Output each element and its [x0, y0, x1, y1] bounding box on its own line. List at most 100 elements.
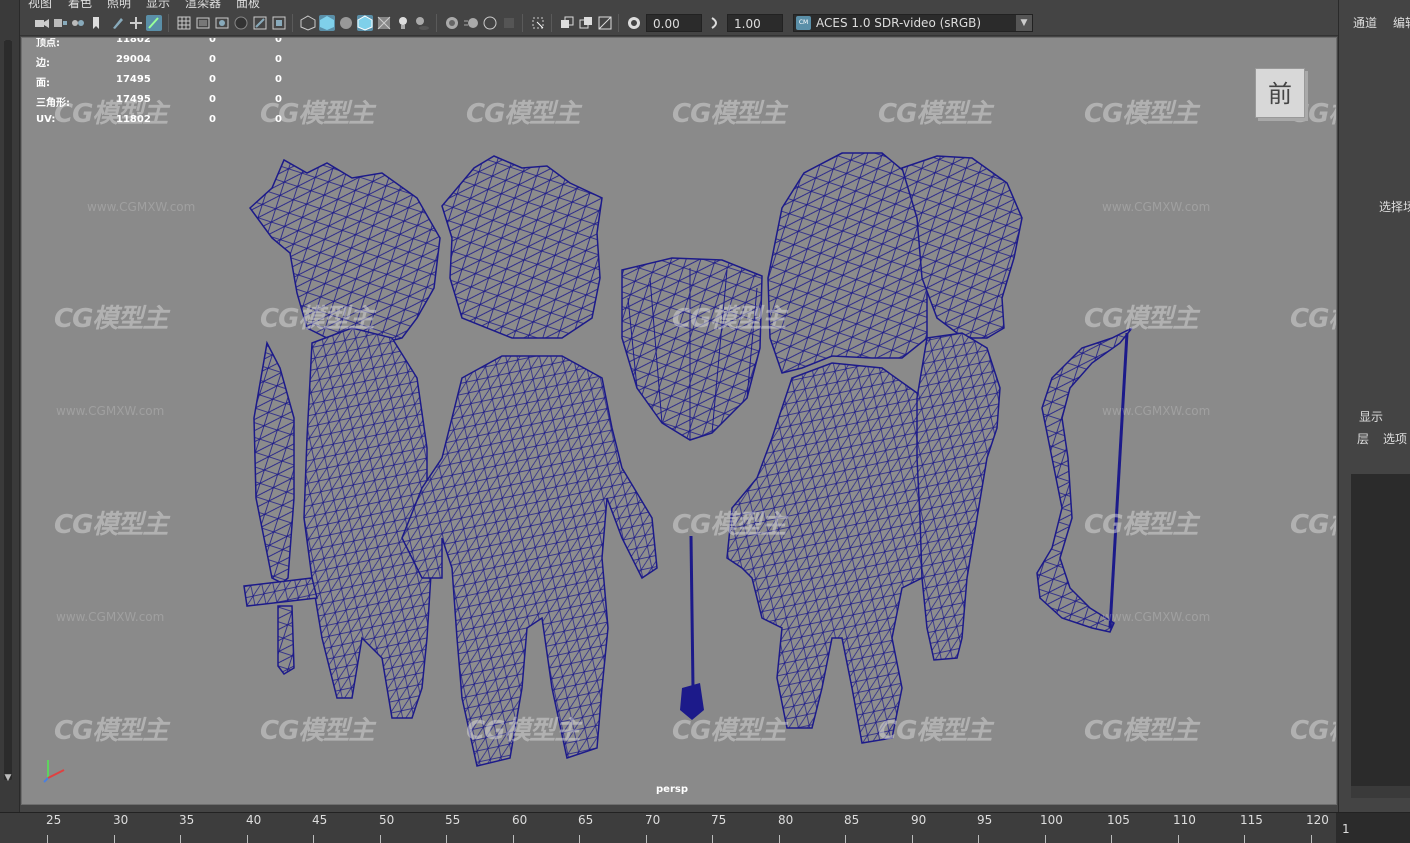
tick-label: 70: [645, 813, 661, 827]
hud-value: 0: [275, 94, 282, 105]
camera-attributes-icon[interactable]: [52, 15, 68, 31]
tick-label: 60: [512, 813, 528, 827]
hud-row-faces: 面: 17495 0 0: [36, 74, 336, 89]
hud-label: UV:: [36, 114, 56, 125]
watermark: CG模型主: [466, 716, 580, 746]
3d-viewport[interactable]: CG模型主 CG模型主 CG模型主 CG模型主 CG模型主 CG模型主 CG模型…: [21, 37, 1337, 805]
view-cube[interactable]: 前: [1255, 68, 1305, 118]
watermark: CG模型主: [672, 510, 786, 540]
tick-label: 100: [1040, 813, 1063, 827]
image-plane-icon[interactable]: [88, 15, 104, 31]
watermark: CG模型主: [1084, 304, 1198, 334]
wireframe-on-shaded-icon[interactable]: [357, 15, 373, 31]
xray-icon[interactable]: [559, 15, 575, 31]
menu-layer[interactable]: 层: [1357, 430, 1369, 447]
view-transform-dropdown[interactable]: CM ACES 1.0 SDR-video (sRGB) ▼: [793, 14, 1033, 32]
tick-label: 40: [246, 813, 262, 827]
motion-blur-icon[interactable]: [463, 15, 479, 31]
2d-pan-zoom-icon[interactable]: [128, 15, 144, 31]
watermark: CG模型主: [1084, 99, 1198, 129]
left-tool-strip: ▼ ▼: [0, 0, 20, 812]
ambient-occlusion-icon[interactable]: [444, 15, 460, 31]
tick-mark: [380, 835, 381, 843]
current-frame-field[interactable]: 1: [1336, 812, 1410, 843]
smooth-shade-icon[interactable]: [319, 15, 335, 31]
menu-options[interactable]: 选项: [1383, 430, 1407, 447]
tick-mark: [446, 835, 447, 843]
wireframe-icon[interactable]: [300, 15, 316, 31]
tick-label: 30: [113, 813, 129, 827]
grease-pencil-icon[interactable]: [110, 15, 126, 31]
watermark: CG模型主: [466, 99, 580, 129]
bookmark-icon[interactable]: [70, 15, 86, 31]
scroll-down-icon[interactable]: ▼: [2, 772, 14, 784]
hud-value: 0: [275, 114, 282, 125]
default-material-icon[interactable]: [338, 15, 354, 31]
menu-renderer[interactable]: 渲染器: [185, 0, 221, 10]
color-management-icon[interactable]: CM: [796, 16, 811, 30]
time-slider[interactable]: 25 30 35 40 45 50 55 60 65 70 75 80 85 9…: [0, 812, 1336, 843]
lights-icon[interactable]: [395, 15, 411, 31]
tab-display[interactable]: 显示: [1359, 408, 1383, 425]
watermark-url: www.CGMXW.com: [56, 404, 165, 418]
tick-mark: [1111, 835, 1112, 843]
tick-mark: [845, 835, 846, 843]
field-chart-icon[interactable]: [252, 15, 268, 31]
grid-icon[interactable]: [176, 15, 192, 31]
grease-pencil-active-icon[interactable]: [146, 15, 162, 31]
camera-name-label: persp: [656, 784, 688, 795]
hud-value: 11802: [116, 37, 151, 45]
menu-show[interactable]: 显示: [146, 0, 170, 10]
gate-mask-icon[interactable]: [233, 15, 249, 31]
safe-action-icon[interactable]: [271, 15, 287, 31]
xray-joints-icon[interactable]: [578, 15, 594, 31]
camera-select-icon[interactable]: [34, 15, 50, 31]
watermark: CG模型主: [54, 304, 168, 334]
menu-panels[interactable]: 面板: [236, 0, 260, 10]
tick-mark: [47, 835, 48, 843]
layer-list[interactable]: [1351, 474, 1410, 790]
tick-mark: [1178, 835, 1179, 843]
isolate-select-icon[interactable]: [530, 15, 546, 31]
menu-lighting[interactable]: 照明: [107, 0, 131, 10]
watermark: CG模型主: [54, 510, 168, 540]
exposure-field[interactable]: 0.00: [646, 14, 702, 32]
tick-mark: [247, 835, 248, 843]
hud-value: 0: [209, 37, 216, 45]
tick-mark: [1311, 835, 1312, 843]
textured-icon[interactable]: [376, 15, 392, 31]
shadows-icon[interactable]: [414, 15, 430, 31]
tick-mark: [978, 835, 979, 843]
watermark: CG模型主: [1290, 304, 1336, 334]
watermark-url: www.CGMXW.com: [1102, 404, 1211, 418]
chevron-down-icon[interactable]: ▼: [1016, 15, 1032, 31]
horizontal-scrollbar[interactable]: [1351, 786, 1410, 798]
gamma-icon[interactable]: [708, 15, 724, 31]
toolbar-separator: [436, 14, 437, 32]
watermark-url: www.CGMXW.com: [1102, 610, 1211, 624]
menu-shading[interactable]: 着色: [68, 0, 92, 10]
shield-mesh[interactable]: [621, 257, 763, 441]
tick-mark: [912, 835, 913, 843]
depth-of-field-icon[interactable]: [501, 15, 517, 31]
tick-label: 110: [1173, 813, 1196, 827]
resolution-gate-icon[interactable]: [214, 15, 230, 31]
boy-front-mesh[interactable]: [401, 155, 658, 767]
bow-mesh[interactable]: [1036, 327, 1133, 633]
toolbar-separator: [168, 14, 169, 32]
film-gate-icon[interactable]: [195, 15, 211, 31]
arrow-mesh[interactable]: [680, 535, 704, 720]
watermark-url: www.CGMXW.com: [1102, 200, 1211, 214]
gamma-field[interactable]: 1.00: [727, 14, 783, 32]
xray-components-icon[interactable]: [597, 15, 613, 31]
hud-value: 0: [275, 74, 282, 85]
tab-channels[interactable]: 通道: [1353, 14, 1377, 31]
exposure-icon[interactable]: [626, 15, 642, 31]
anti-aliasing-icon[interactable]: [482, 15, 498, 31]
current-frame-value: 1: [1342, 822, 1350, 836]
left-scrollbar[interactable]: [4, 40, 12, 780]
menu-view[interactable]: 视图: [28, 0, 52, 10]
hud-value: 0: [275, 54, 282, 65]
tab-edit[interactable]: 编辑: [1393, 14, 1410, 31]
girl-side-mesh[interactable]: [901, 155, 1023, 661]
